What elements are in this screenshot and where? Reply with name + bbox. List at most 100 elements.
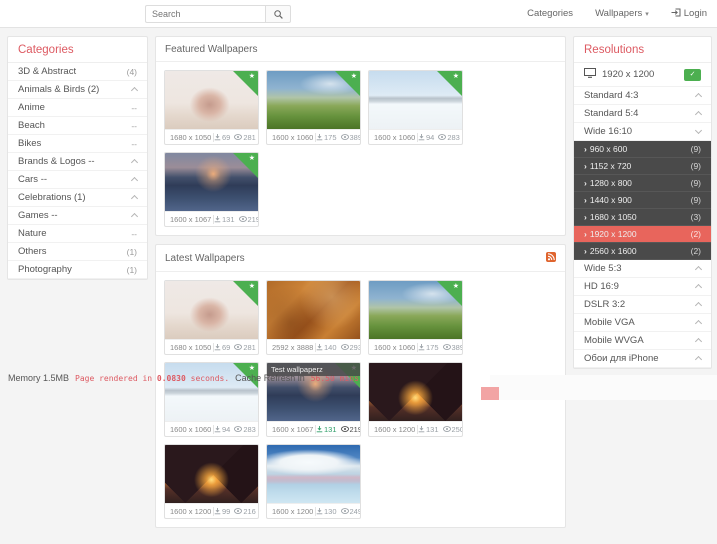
resolution-label: 1600 x 1067 bbox=[272, 425, 316, 434]
views-stat: 219 bbox=[239, 215, 259, 224]
wallpaper-stats: 99 216 bbox=[214, 507, 256, 516]
resolution-label: 1600 x 1200 bbox=[272, 507, 316, 516]
search-button[interactable] bbox=[265, 5, 291, 23]
category-label: Animals & Birds (2) bbox=[18, 84, 99, 95]
pink-marker bbox=[481, 387, 499, 400]
resolution-group[interactable]: Standard 4:3 bbox=[574, 87, 711, 105]
wallpaper-thumbnail[interactable]: ★ bbox=[165, 153, 258, 211]
resolution-group[interactable]: Standard 5:4 bbox=[574, 105, 711, 123]
wallpaper-card[interactable]: ★ 2592 x 3888 140 bbox=[266, 280, 361, 355]
chevron-right-icon: › bbox=[584, 178, 587, 188]
category-item[interactable]: Others (1) bbox=[8, 243, 147, 261]
resolution-item-count: (9) bbox=[691, 144, 701, 154]
wallpaper-card[interactable]: ★ 1600 x 1067 131 bbox=[164, 152, 259, 227]
wallpaper-card[interactable]: ★ 1680 x 1050 69 bbox=[164, 280, 259, 355]
views-stat: 219 bbox=[341, 425, 361, 434]
category-count: -- bbox=[131, 139, 137, 149]
category-item[interactable]: Bikes -- bbox=[8, 135, 147, 153]
resolution-item[interactable]: › 1280 x 800 (9) bbox=[574, 175, 711, 192]
nav-wallpapers-dropdown[interactable]: Wallpapers ▾ bbox=[595, 8, 649, 19]
wallpaper-caption: 1600 x 1060 175 389 bbox=[369, 339, 462, 354]
wallpaper-thumbnail[interactable]: ★ bbox=[369, 71, 462, 129]
category-item[interactable]: Nature -- bbox=[8, 225, 147, 243]
wallpaper-caption: 1600 x 1060 175 389 bbox=[267, 129, 360, 144]
download-icon bbox=[316, 425, 323, 433]
nav-login-link[interactable]: Login bbox=[671, 8, 707, 20]
download-icon bbox=[418, 425, 425, 433]
wallpaper-card[interactable]: ★ 1600 x 1060 175 bbox=[266, 70, 361, 145]
views-stat: 389 bbox=[341, 133, 361, 142]
wallpaper-card[interactable]: ★ 1600 x 1060 175 bbox=[368, 280, 463, 355]
star-icon: ★ bbox=[249, 155, 255, 162]
search-input[interactable] bbox=[145, 5, 265, 23]
categories-panel: Categories 3D & Abstract (4) Animals & B… bbox=[7, 36, 148, 280]
resolution-group[interactable]: Wide 5:3 bbox=[574, 260, 711, 278]
monitor-icon bbox=[584, 68, 596, 81]
downloads-stat: 175 bbox=[316, 133, 337, 142]
nav-categories-link[interactable]: Categories bbox=[527, 8, 573, 19]
resolution-label: 1600 x 1060 bbox=[374, 343, 418, 352]
views-stat: 216 bbox=[234, 507, 256, 516]
category-item[interactable]: Games -- bbox=[8, 207, 147, 225]
resolution-item[interactable]: › 1152 x 720 (9) bbox=[574, 158, 711, 175]
downloads-stat: 131 bbox=[316, 425, 337, 434]
search-group bbox=[145, 5, 291, 23]
wallpaper-card[interactable]: ★ 1600 x 1200 99 bbox=[164, 444, 259, 519]
category-label: 3D & Abstract bbox=[18, 66, 76, 77]
chevron-up-icon bbox=[695, 338, 702, 345]
resolutions-panel-title: Resolutions bbox=[574, 37, 711, 63]
category-item[interactable]: Brands & Logos -- bbox=[8, 153, 147, 171]
resolution-item-label: 1680 x 1050 bbox=[590, 212, 637, 222]
category-item[interactable]: Celebrations (1) bbox=[8, 189, 147, 207]
resolution-item[interactable]: › 1440 x 900 (9) bbox=[574, 192, 711, 209]
resolution-group[interactable]: HD 16:9 bbox=[574, 278, 711, 296]
wallpaper-thumbnail[interactable]: ★ bbox=[267, 71, 360, 129]
download-icon bbox=[214, 343, 221, 351]
chevron-right-icon: › bbox=[584, 195, 587, 205]
wallpaper-thumbnail[interactable]: Test wallpaperz ★ bbox=[267, 363, 360, 421]
rss-button[interactable] bbox=[546, 252, 556, 265]
download-icon bbox=[418, 133, 425, 141]
wallpaper-card[interactable]: ★ 1600 x 1200 130 bbox=[266, 444, 361, 519]
resolution-group[interactable]: Wide 16:10 bbox=[574, 123, 711, 141]
category-item[interactable]: 3D & Abstract (4) bbox=[8, 63, 147, 81]
resolution-item[interactable]: › 2560 x 1600 (2) bbox=[574, 243, 711, 260]
resolution-group-label: Wide 5:3 bbox=[584, 263, 622, 274]
featured-section-header: Featured Wallpapers bbox=[156, 37, 565, 62]
wallpaper-stats: 94 283 bbox=[418, 133, 460, 142]
download-icon bbox=[418, 343, 425, 351]
download-icon bbox=[316, 507, 323, 515]
wallpaper-caption: 2592 x 3888 140 293 bbox=[267, 339, 360, 354]
category-item[interactable]: Photography (1) bbox=[8, 261, 147, 279]
downloads-stat: 94 bbox=[214, 425, 230, 434]
category-item[interactable]: Anime -- bbox=[8, 99, 147, 117]
resolution-item[interactable]: › 1920 x 1200 (2) bbox=[574, 226, 711, 243]
category-item[interactable]: Animals & Birds (2) bbox=[8, 81, 147, 99]
resolution-label: 1600 x 1200 bbox=[374, 425, 418, 434]
resolution-item-label: 960 x 600 bbox=[590, 144, 627, 154]
wallpaper-card[interactable]: ★ 1600 x 1060 94 bbox=[368, 70, 463, 145]
resolution-item[interactable]: › 960 x 600 (9) bbox=[574, 141, 711, 158]
category-label: Cars -- bbox=[18, 174, 47, 185]
wallpaper-thumbnail[interactable]: ★ bbox=[165, 71, 258, 129]
eye-icon bbox=[234, 134, 242, 140]
resolution-group[interactable]: Обои для iPhone bbox=[574, 350, 711, 368]
resolution-group[interactable]: Mobile WVGA bbox=[574, 332, 711, 350]
resolution-group[interactable]: Mobile VGA bbox=[574, 314, 711, 332]
resolution-group[interactable]: DSLR 3:2 bbox=[574, 296, 711, 314]
category-item[interactable]: Cars -- bbox=[8, 171, 147, 189]
eye-icon bbox=[234, 426, 242, 432]
resolution-item[interactable]: › 1680 x 1050 (3) bbox=[574, 209, 711, 226]
featured-wallpapers-section: Featured Wallpapers ★ 1680 x 1050 bbox=[155, 36, 566, 236]
wallpaper-thumbnail[interactable]: ★ bbox=[369, 281, 462, 339]
wallpaper-thumbnail[interactable]: ★ bbox=[165, 281, 258, 339]
category-label: Nature bbox=[18, 228, 47, 239]
wallpaper-thumbnail[interactable]: ★ bbox=[165, 445, 258, 503]
apply-resolution-button[interactable]: ✓ bbox=[684, 69, 701, 81]
wallpaper-thumbnail[interactable]: ★ bbox=[267, 445, 360, 503]
wallpaper-thumbnail[interactable]: ★ bbox=[267, 281, 360, 339]
category-item[interactable]: Beach -- bbox=[8, 117, 147, 135]
wallpaper-stats: 131 250 bbox=[418, 425, 463, 434]
category-label: Games -- bbox=[18, 210, 58, 221]
wallpaper-card[interactable]: ★ 1680 x 1050 69 bbox=[164, 70, 259, 145]
